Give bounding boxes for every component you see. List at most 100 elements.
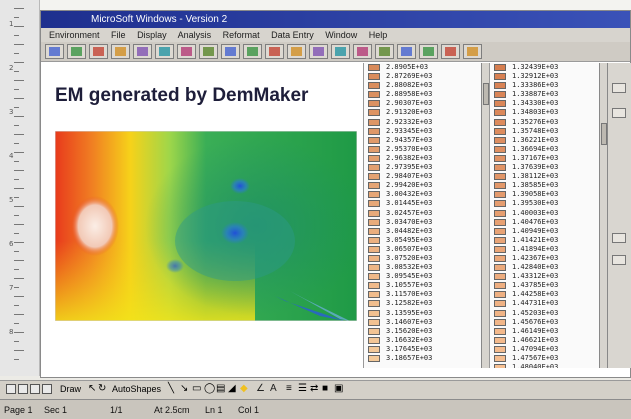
- 3d-icon[interactable]: ▣: [334, 383, 343, 394]
- legend-right-row[interactable]: 1.45203E+03: [490, 309, 599, 318]
- color-swatch[interactable]: [494, 364, 506, 368]
- legend-left-row[interactable]: 2.91320E+03: [364, 108, 481, 117]
- color-swatch[interactable]: [494, 245, 506, 253]
- color-swatch[interactable]: [368, 136, 380, 144]
- window-title-bar[interactable]: MicroSoft Windows - Version 2: [41, 11, 630, 28]
- color-swatch[interactable]: [368, 200, 380, 208]
- color-swatch[interactable]: [368, 254, 380, 262]
- color-swatch[interactable]: [494, 64, 506, 71]
- legend-right-row[interactable]: 1.39058E+03: [490, 190, 599, 199]
- legend-left-row[interactable]: 2.88082E+03: [364, 81, 481, 90]
- color-swatch[interactable]: [368, 154, 380, 162]
- legend-right-row[interactable]: 1.40949E+03: [490, 227, 599, 236]
- color-swatch[interactable]: [494, 355, 506, 362]
- chart-icon[interactable]: [287, 44, 306, 59]
- tools-icon[interactable]: [309, 44, 328, 59]
- color-swatch[interactable]: [368, 73, 380, 81]
- color-swatch[interactable]: [494, 218, 506, 226]
- color-swatch[interactable]: [494, 145, 506, 153]
- pane-control-4[interactable]: [612, 255, 626, 265]
- legend-left-row[interactable]: 2.98407E+03: [364, 172, 481, 181]
- legend-right-row[interactable]: 1.37639E+03: [490, 163, 599, 172]
- color-swatch[interactable]: [494, 173, 506, 181]
- legend-left-row[interactable]: 3.17645E+03: [364, 345, 481, 354]
- view-icon[interactable]: [397, 44, 416, 59]
- color-swatch[interactable]: [368, 245, 380, 253]
- legend-right-row[interactable]: 1.45676E+03: [490, 318, 599, 327]
- textbox-icon[interactable]: ▤: [216, 383, 225, 394]
- color-swatch[interactable]: [368, 118, 380, 126]
- color-swatch[interactable]: [368, 318, 380, 326]
- legend-right-row[interactable]: 1.46621E+03: [490, 336, 599, 345]
- autoshapes-menu[interactable]: AutoShapes: [112, 384, 161, 394]
- color-swatch[interactable]: [494, 191, 506, 199]
- color-swatch[interactable]: [368, 355, 380, 362]
- legend-left-row[interactable]: 3.18657E+03: [364, 354, 481, 363]
- globe-icon[interactable]: [155, 44, 174, 59]
- menu-data-entry[interactable]: Data Entry: [271, 30, 314, 40]
- menu-reformat[interactable]: Reformat: [223, 30, 260, 40]
- color-swatch[interactable]: [368, 182, 380, 190]
- color-swatch[interactable]: [368, 264, 380, 272]
- menu-display[interactable]: Display: [137, 30, 167, 40]
- legend-right-row[interactable]: 1.44258E+03: [490, 290, 599, 299]
- color-swatch[interactable]: [368, 291, 380, 299]
- menu-window[interactable]: Window: [325, 30, 357, 40]
- legend-right-row[interactable]: 1.33887E+03: [490, 90, 599, 99]
- pane-control-3[interactable]: [612, 233, 626, 243]
- legend-left-row[interactable]: 3.12582E+03: [364, 299, 481, 308]
- grid-icon[interactable]: [111, 44, 130, 59]
- color-swatch[interactable]: [368, 64, 380, 71]
- line-color-icon[interactable]: ∠: [256, 383, 265, 394]
- legend-left-row[interactable]: 2.94357E+03: [364, 136, 481, 145]
- legend-left-row[interactable]: 2.95370E+03: [364, 145, 481, 154]
- color-swatch[interactable]: [494, 109, 506, 117]
- color-swatch[interactable]: [368, 327, 380, 335]
- legend-right-row[interactable]: 1.32912E+03: [490, 72, 599, 81]
- legend-left-row[interactable]: 3.09545E+03: [364, 272, 481, 281]
- oval-tool-icon[interactable]: ◯: [204, 383, 215, 394]
- legend-left-row[interactable]: 2.87269E+03: [364, 72, 481, 81]
- draw-icon[interactable]: [199, 44, 218, 59]
- legend-left-row[interactable]: 3.03470E+03: [364, 218, 481, 227]
- open-icon[interactable]: [45, 44, 64, 59]
- legend-left-row[interactable]: 2.88958E+03: [364, 90, 481, 99]
- legend-left-row[interactable]: 3.04482E+03: [364, 227, 481, 236]
- color-swatch[interactable]: [494, 273, 506, 281]
- color-swatch[interactable]: [494, 227, 506, 235]
- color-swatch[interactable]: [368, 227, 380, 235]
- legend-right-row[interactable]: 1.32439E+03: [490, 63, 599, 72]
- color-swatch[interactable]: [494, 318, 506, 326]
- legend-left-row[interactable]: 3.15620E+03: [364, 327, 481, 336]
- legend-left-row[interactable]: 2.92332E+03: [364, 118, 481, 127]
- legend-right-row[interactable]: 1.46149E+03: [490, 327, 599, 336]
- color-swatch[interactable]: [368, 82, 380, 90]
- window-icon[interactable]: [463, 44, 482, 59]
- legend-left-row[interactable]: 3.02457E+03: [364, 209, 481, 218]
- legend-left-row[interactable]: 3.11570E+03: [364, 290, 481, 299]
- color-swatch[interactable]: [368, 273, 380, 281]
- print-icon[interactable]: [89, 44, 108, 59]
- menu-help[interactable]: Help: [369, 30, 388, 40]
- select-pointer-icon[interactable]: ↖: [88, 383, 96, 394]
- color-swatch[interactable]: [494, 264, 506, 272]
- sheet-icon[interactable]: [441, 44, 460, 59]
- color-swatch[interactable]: [368, 309, 380, 317]
- color-swatch[interactable]: [494, 73, 506, 81]
- color-swatch[interactable]: [494, 127, 506, 135]
- legend-right-row[interactable]: 1.43785E+03: [490, 281, 599, 290]
- save-icon[interactable]: [67, 44, 86, 59]
- pane-control-2[interactable]: [612, 108, 626, 118]
- color-swatch[interactable]: [368, 336, 380, 344]
- color-swatch[interactable]: [494, 309, 506, 317]
- dash-style-icon[interactable]: ☰: [298, 383, 307, 394]
- edit-icon[interactable]: [331, 44, 350, 59]
- color-swatch[interactable]: [494, 254, 506, 262]
- color-swatch[interactable]: [494, 82, 506, 90]
- legend-left-row[interactable]: 3.10557E+03: [364, 281, 481, 290]
- color-swatch[interactable]: [494, 345, 506, 353]
- color-swatch[interactable]: [494, 300, 506, 308]
- arrow-style-icon[interactable]: ⇄: [310, 383, 318, 394]
- legend-right-row[interactable]: 1.35748E+03: [490, 127, 599, 136]
- draw-menu[interactable]: Draw: [60, 384, 81, 394]
